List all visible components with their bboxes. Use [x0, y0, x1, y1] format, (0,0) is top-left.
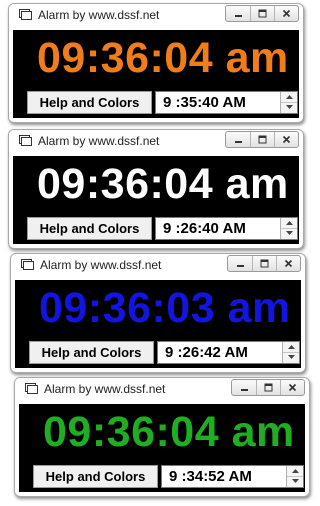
chevron-up-icon — [285, 95, 293, 99]
window-controls — [225, 131, 299, 148]
current-time: 09:36:03 am — [39, 284, 291, 332]
minimize-button[interactable] — [226, 132, 250, 147]
current-time: 09:36:04 am — [37, 160, 289, 208]
minimize-button[interactable] — [226, 6, 250, 21]
current-time: 09:36:04 am — [37, 34, 289, 82]
maximize-icon — [260, 259, 269, 268]
chevron-up-icon — [291, 469, 299, 473]
time-spinner — [280, 92, 297, 113]
alarm-app-icon — [19, 9, 32, 20]
chevron-down-icon — [287, 355, 295, 359]
minimize-icon — [234, 15, 242, 17]
spin-down-button[interactable] — [281, 228, 297, 238]
help-and-colors-button[interactable]: Help and Colors — [27, 91, 152, 114]
spin-down-button[interactable] — [281, 102, 297, 112]
chevron-up-icon — [285, 221, 293, 225]
title-bar[interactable]: Alarm by www.dssf.net — [11, 254, 305, 276]
alarm-app-icon — [21, 259, 34, 270]
title-bar[interactable]: Alarm by www.dssf.net — [15, 378, 309, 400]
window-title: Alarm by www.dssf.net — [40, 258, 162, 272]
spin-down-button[interactable] — [287, 476, 303, 486]
minimize-icon — [236, 265, 244, 267]
close-icon — [288, 383, 297, 392]
maximize-icon — [258, 9, 267, 18]
alarm-time-value: 9 :26:40 AM — [163, 220, 246, 237]
time-spinner — [286, 466, 303, 487]
close-button[interactable] — [280, 380, 304, 395]
chevron-down-icon — [291, 479, 299, 483]
alarm-time-value: 9 :35:40 AM — [163, 94, 246, 111]
maximize-button[interactable] — [250, 132, 274, 147]
close-icon — [284, 259, 293, 268]
close-button[interactable] — [274, 132, 298, 147]
window-title: Alarm by www.dssf.net — [38, 134, 160, 148]
alarm-time-field[interactable]: 9 :26:40 AM — [155, 217, 298, 240]
window-controls — [225, 5, 299, 22]
window-controls — [231, 379, 305, 396]
help-and-colors-button[interactable]: Help and Colors — [29, 341, 154, 364]
close-button[interactable] — [276, 256, 300, 271]
minimize-button[interactable] — [232, 380, 256, 395]
maximize-icon — [264, 383, 273, 392]
title-bar[interactable]: Alarm by www.dssf.net — [9, 4, 303, 26]
alarm-window: Alarm by www.dssf.net 09:36:04 am Help a… — [8, 3, 304, 123]
help-and-colors-button[interactable]: Help and Colors — [33, 465, 158, 488]
maximize-button[interactable] — [250, 6, 274, 21]
help-and-colors-button[interactable]: Help and Colors — [27, 217, 152, 240]
alarm-window: Alarm by www.dssf.net 09:36:04 am Help a… — [14, 377, 310, 497]
maximize-button[interactable] — [256, 380, 280, 395]
close-icon — [282, 135, 291, 144]
clock-display: 09:36:04 am Help and Colors 9 :26:40 AM — [13, 156, 299, 244]
window-title: Alarm by www.dssf.net — [38, 8, 160, 22]
alarm-time-field[interactable]: 9 :35:40 AM — [155, 91, 298, 114]
chevron-down-icon — [285, 231, 293, 235]
alarm-window: Alarm by www.dssf.net 09:36:03 am Help a… — [10, 253, 306, 373]
screenshot-stack: Alarm by www.dssf.net 09:36:04 am Help a… — [0, 0, 320, 506]
window-title: Alarm by www.dssf.net — [44, 382, 166, 396]
chevron-up-icon — [287, 345, 295, 349]
alarm-time-value: 9 :34:52 AM — [169, 468, 252, 485]
window-controls — [227, 255, 301, 272]
clock-display: 09:36:04 am Help and Colors 9 :34:52 AM — [19, 404, 305, 492]
alarm-app-icon — [25, 383, 38, 394]
maximize-button[interactable] — [252, 256, 276, 271]
alarm-time-field[interactable]: 9 :26:42 AM — [157, 341, 300, 364]
time-spinner — [280, 218, 297, 239]
chevron-down-icon — [285, 105, 293, 109]
title-bar[interactable]: Alarm by www.dssf.net — [9, 130, 303, 152]
alarm-app-icon — [19, 135, 32, 146]
maximize-icon — [258, 135, 267, 144]
close-button[interactable] — [274, 6, 298, 21]
minimize-icon — [234, 141, 242, 143]
time-spinner — [282, 342, 299, 363]
clock-display: 09:36:04 am Help and Colors 9 :35:40 AM — [13, 30, 299, 118]
minimize-icon — [240, 389, 248, 391]
alarm-time-field[interactable]: 9 :34:52 AM — [161, 465, 304, 488]
minimize-button[interactable] — [228, 256, 252, 271]
alarm-window: Alarm by www.dssf.net 09:36:04 am Help a… — [8, 129, 304, 249]
current-time: 09:36:04 am — [43, 408, 295, 456]
alarm-time-value: 9 :26:42 AM — [165, 344, 248, 361]
close-icon — [282, 9, 291, 18]
spin-down-button[interactable] — [283, 352, 299, 362]
clock-display: 09:36:03 am Help and Colors 9 :26:42 AM — [15, 280, 301, 368]
